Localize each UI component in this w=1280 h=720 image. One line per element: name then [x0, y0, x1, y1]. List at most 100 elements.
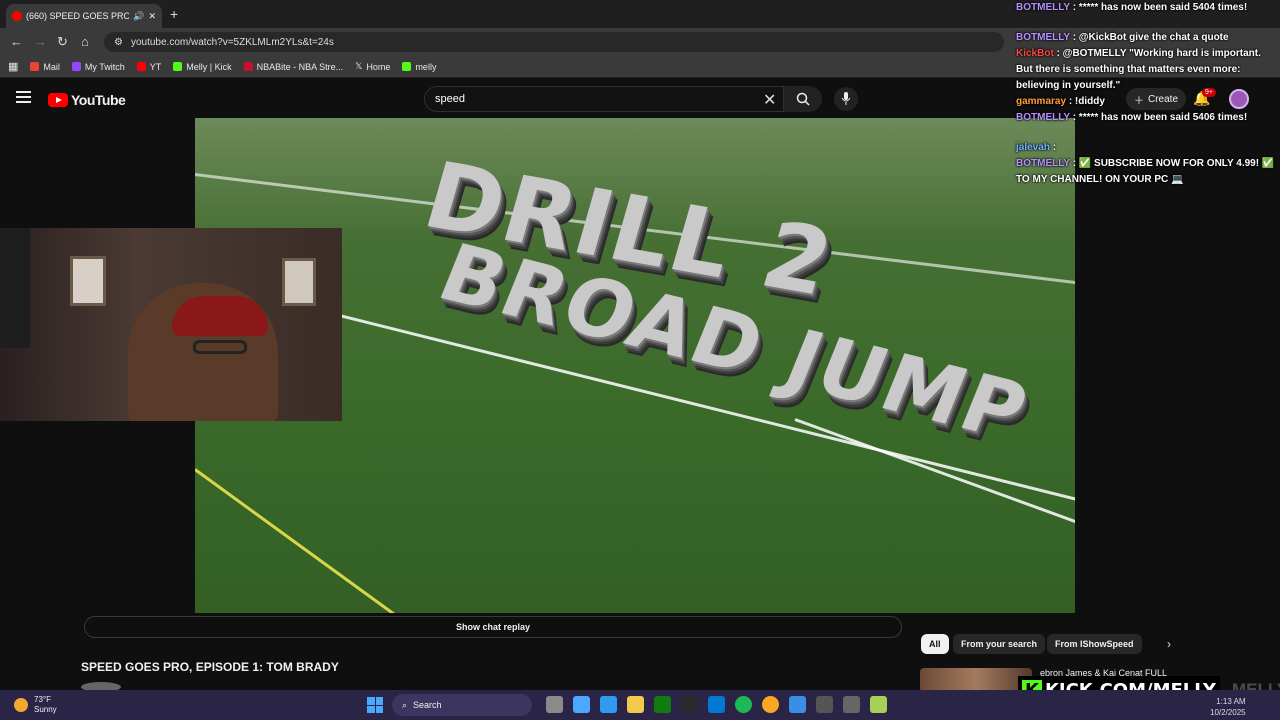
chat-username: gammaray [1016, 96, 1067, 107]
search-input[interactable]: speed [424, 86, 784, 112]
wall-picture [70, 256, 106, 306]
video-title: SPEED GOES PRO, EPISODE 1: TOM BRADY [81, 660, 339, 674]
youtube-icon [136, 62, 146, 71]
new-tab-button[interactable]: + [170, 6, 178, 22]
taskbar-search-label: Search [413, 700, 442, 710]
bookmark-label: My Twitch [84, 61, 125, 72]
taskbar-search[interactable]: ⌕ Search [392, 694, 532, 716]
bookmark-label: NBABite - NBA Stre... [256, 61, 344, 72]
back-icon[interactable]: ← [10, 34, 23, 49]
bookmark-twitch[interactable]: My Twitch [71, 61, 125, 72]
chat-username: jalevah [1016, 142, 1050, 153]
chip-from-ishowspeed[interactable]: From IShowSpeed [1047, 634, 1142, 654]
menu-icon[interactable] [16, 91, 31, 103]
file-explorer-icon[interactable] [627, 696, 644, 713]
taskbar-clock[interactable]: 1:13 AM 10/2/2025 [1210, 696, 1246, 718]
voice-search-button[interactable] [834, 87, 858, 111]
youtube-favicon-icon [12, 11, 22, 21]
bookmark-yt[interactable]: YT [136, 61, 162, 72]
nba-icon [243, 62, 253, 71]
chat-text: : @KickBot give the chat a quote [1072, 32, 1229, 43]
chat-username: BOTMELLY [1016, 158, 1070, 169]
wall-picture [282, 258, 316, 306]
windows-start-icon[interactable] [367, 697, 383, 713]
youtube-logo-text: YouTube [71, 92, 126, 108]
reload-icon[interactable]: ↻ [57, 34, 68, 50]
chat-message: gammaray : !diddy [1014, 94, 1280, 110]
xbox-icon[interactable] [654, 696, 671, 713]
browser-tab[interactable]: (660) SPEED GOES PRO, EP 🔊 ✕ [6, 4, 162, 28]
bookmark-label: Home [366, 61, 391, 72]
show-chat-replay-button[interactable]: Show chat replay [84, 616, 902, 638]
stream-chat-overlay: BOTMELLY : ***** has now been said 5404 … [1014, 0, 1280, 200]
url-text: youtube.com/watch?v=5ZKLMLm2YLs&t=24s [130, 36, 334, 48]
chevron-right-icon[interactable]: › [1167, 637, 1171, 651]
bookmark-label: Melly | Kick [186, 61, 232, 72]
chat-username: BOTMELLY [1016, 32, 1070, 43]
related-video-thumbnail[interactable] [920, 668, 1032, 692]
weather-temp: 73°F [34, 695, 51, 704]
clear-search-icon[interactable]: ✕ [763, 90, 776, 110]
edge-icon[interactable] [600, 696, 617, 713]
clock-time: 1:13 AM [1216, 697, 1246, 706]
spotify-icon[interactable] [735, 696, 752, 713]
chat-message: BOTMELLY : ***** has now been said 5406 … [1014, 110, 1280, 126]
home-icon[interactable]: ⌂ [81, 34, 89, 49]
kick-icon [173, 62, 183, 71]
tab-title: (660) SPEED GOES PRO, EP [26, 11, 130, 21]
chat-username: BOTMELLY [1016, 2, 1070, 13]
task-view-icon[interactable] [546, 696, 563, 713]
streamer-glasses [193, 340, 247, 354]
stream-app-icon[interactable] [870, 696, 887, 713]
chat-username: KickBot [1016, 48, 1054, 59]
search-icon: ⌕ [402, 699, 408, 710]
weather-widget[interactable]: 73°F Sunny [14, 695, 57, 715]
sun-icon [14, 698, 28, 712]
store-icon[interactable] [708, 696, 725, 713]
bookmark-label: Mail [43, 61, 60, 72]
url-field[interactable]: ⚙ youtube.com/watch?v=5ZKLMLm2YLs&t=24s [104, 32, 1004, 52]
chat-text: : ***** has now been said 5404 times! [1072, 2, 1248, 13]
weather-condition: Sunny [34, 705, 57, 714]
search-button[interactable] [784, 86, 822, 112]
chip-all[interactable]: All [921, 634, 949, 654]
streamer-durag [172, 296, 268, 336]
chat-message: BOTMELLY : ***** has now been said 5404 … [1014, 0, 1280, 16]
photos-icon[interactable] [789, 696, 806, 713]
site-info-icon[interactable]: ⚙ [114, 37, 123, 48]
kick-icon [402, 62, 412, 71]
forward-icon[interactable]: → [34, 34, 47, 49]
mail-icon [30, 62, 40, 71]
chat-message: KickBot : @BOTMELLY "Working hard is imp… [1014, 46, 1280, 94]
youtube-logo[interactable]: YouTube [48, 92, 126, 108]
speaker-icon[interactable]: 🔊 [133, 11, 144, 22]
bookmark-home[interactable]: 𝕏 Home [355, 61, 390, 72]
clock-date: 10/2/2025 [1210, 708, 1246, 717]
search-icon [796, 92, 810, 106]
chip-from-your-search[interactable]: From your search [953, 634, 1046, 654]
chat-text: : [1052, 142, 1057, 153]
microphone-icon [841, 92, 851, 105]
media-player-icon[interactable] [816, 696, 833, 713]
blinds [0, 228, 30, 348]
bookmark-melly[interactable]: melly [402, 62, 436, 72]
bookmark-kick[interactable]: Melly | Kick [173, 61, 232, 72]
tab-close-icon[interactable]: ✕ [148, 11, 156, 22]
taskbar-apps [546, 696, 887, 713]
copilot-icon[interactable] [573, 696, 590, 713]
bookmark-label: YT [149, 61, 162, 72]
chat-text: : ***** has now been said 5406 times! [1072, 112, 1248, 123]
apps-icon[interactable]: ▦ [8, 60, 18, 73]
terminal-icon[interactable] [843, 696, 860, 713]
webcam-overlay [0, 228, 342, 421]
youtube-play-icon [48, 93, 68, 107]
chrome-icon[interactable] [762, 696, 779, 713]
bookmark-nbabite[interactable]: NBABite - NBA Stre... [243, 61, 344, 72]
bookmark-label: melly [415, 61, 437, 72]
chat-username: BOTMELLY [1016, 112, 1070, 123]
chat-message: jalevah : [1014, 140, 1280, 156]
x-icon: 𝕏 [355, 61, 363, 71]
obs-icon[interactable] [681, 696, 698, 713]
bookmark-mail[interactable]: Mail [30, 62, 60, 72]
search-value: speed [435, 93, 465, 105]
